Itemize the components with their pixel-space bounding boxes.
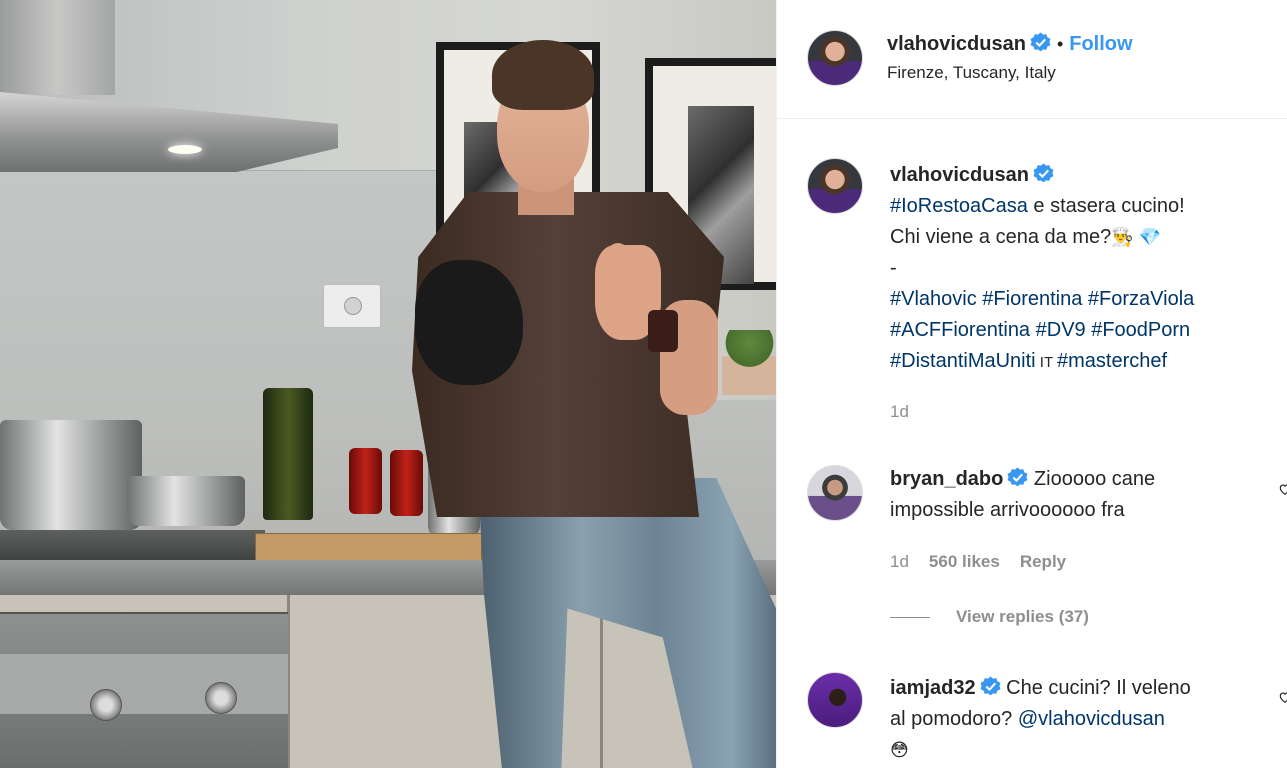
flushed-emoji: 😳 [890, 740, 909, 760]
wristwatch [648, 310, 678, 352]
header-user-line: vlahovicdusan • Follow [887, 32, 1133, 56]
post-photo[interactable] [0, 0, 776, 768]
hashtag-link[interactable]: #Fiorentina [982, 288, 1082, 310]
comment-line-1: bryan_dabo Ziooooo cane [890, 464, 1280, 495]
hashtag-row-2: #ACFFiorentina #DV9 #FoodPorn [890, 315, 1280, 346]
replies-divider [890, 617, 930, 619]
flag-emoji: IT [1035, 354, 1058, 371]
avatar[interactable] [807, 30, 863, 86]
avatar[interactable] [807, 672, 863, 728]
comment-username[interactable]: iamjad32 [890, 677, 976, 699]
caption-line-2: #IoRestoaCasa e stasera cucino! [890, 191, 1280, 222]
avatar[interactable] [807, 158, 863, 214]
caption-dash: - [890, 257, 897, 279]
wall-outlet [323, 284, 381, 328]
comment-meta: 1d 560 likes Reply [890, 552, 1066, 572]
sauce-jar-2 [390, 450, 423, 516]
comment-line-1: iamjad32 Che cucini? Il veleno [890, 673, 1280, 704]
comment-line-2: al pomodoro? @vlahovicdusan [890, 704, 1280, 735]
hashtag-link[interactable]: #Vlahovic [890, 288, 977, 310]
thumb [608, 243, 628, 291]
verified-badge-icon [1030, 32, 1051, 52]
oven-knob-left [90, 689, 122, 721]
comment-text: bryan_dabo Ziooooo cane impossible arriv… [890, 464, 1280, 526]
follow-button[interactable]: Follow [1069, 33, 1132, 55]
oven-mitt [415, 260, 523, 385]
avatar[interactable] [807, 465, 863, 521]
caption-text: vlahovicdusan #IoRestoaCasa e stasera cu… [890, 160, 1280, 378]
oven [0, 612, 288, 768]
comment-likes[interactable]: 560 likes [929, 552, 1000, 571]
range-hood-chimney [0, 0, 115, 95]
hashtag-link[interactable]: #DistantiMaUniti [890, 350, 1036, 372]
sauce-jar-1 [349, 448, 382, 514]
potted-plant [722, 330, 776, 395]
separator-dot: • [1056, 34, 1064, 54]
verified-badge-icon [1007, 467, 1028, 487]
caption-text-span: Chi viene a cena da me? [890, 226, 1112, 248]
post-sidebar: vlahovicdusan • Follow Firenze, Tuscany, I… [776, 0, 1287, 768]
location-link[interactable]: Firenze, Tuscany, Italy [887, 63, 1056, 83]
heart-icon[interactable] [1278, 690, 1287, 704]
stock-pot [0, 420, 142, 530]
view-replies-label: View replies (37) [956, 607, 1089, 626]
hashtag-link[interactable]: #ACFFiorentina [890, 319, 1030, 341]
header-username[interactable]: vlahovicdusan [887, 33, 1026, 55]
comment-body-2: impossible arrivoooooo fra [890, 499, 1125, 521]
hashtag-link[interactable]: #masterchef [1057, 350, 1167, 372]
comment-time[interactable]: 1d [890, 552, 909, 571]
caption-line-1: vlahovicdusan [890, 160, 1280, 191]
chef-diamond-emoji: 👨‍🍳 💎 [1111, 227, 1162, 247]
post-header: vlahovicdusan • Follow Firenze, Tuscany, I… [777, 0, 1287, 119]
person-hair [492, 40, 594, 110]
hashtag-row-1: #Vlahovic #Fiorentina #ForzaViola [890, 284, 1280, 315]
view-replies-button[interactable]: View replies (37) [890, 607, 1089, 627]
olive-oil-bottle [263, 388, 313, 520]
comment-body: Che cucini? Il veleno [1006, 677, 1191, 699]
reply-button[interactable]: Reply [1020, 552, 1066, 571]
comment-username[interactable]: bryan_dabo [890, 468, 1003, 490]
hashtag-row-3: #DistantiMaUniti IT #masterchef [890, 346, 1280, 378]
hashtag-link[interactable]: #FoodPorn [1091, 319, 1190, 341]
caption-text-span: e stasera cucino! [1027, 195, 1185, 217]
hood-light [168, 145, 202, 154]
cabinet-seam [600, 595, 603, 768]
hashtag-link[interactable]: #DV9 [1036, 319, 1086, 341]
hashtag-link[interactable]: #ForzaViola [1088, 288, 1194, 310]
verified-badge-icon [1033, 163, 1054, 183]
comment-text: iamjad32 Che cucini? Il veleno al pomodo… [890, 673, 1280, 766]
caption-time[interactable]: 1d [890, 402, 909, 422]
caption-line-3: Chi viene a cena da me?👨‍🍳 💎 [890, 222, 1280, 253]
saucepan [127, 476, 245, 526]
comment-body: Ziooooo cane [1033, 468, 1156, 490]
hashtag-link[interactable]: #IoRestoaCasa [890, 195, 1028, 217]
verified-badge-icon [980, 676, 1001, 696]
mention-link[interactable]: @vlahovicdusan [1018, 708, 1165, 730]
oven-knob-right [205, 682, 237, 714]
caption-username[interactable]: vlahovicdusan [890, 164, 1029, 186]
oven-control-panel [0, 654, 288, 714]
heart-icon[interactable] [1278, 482, 1287, 496]
comment-body-2: al pomodoro? [890, 708, 1013, 730]
